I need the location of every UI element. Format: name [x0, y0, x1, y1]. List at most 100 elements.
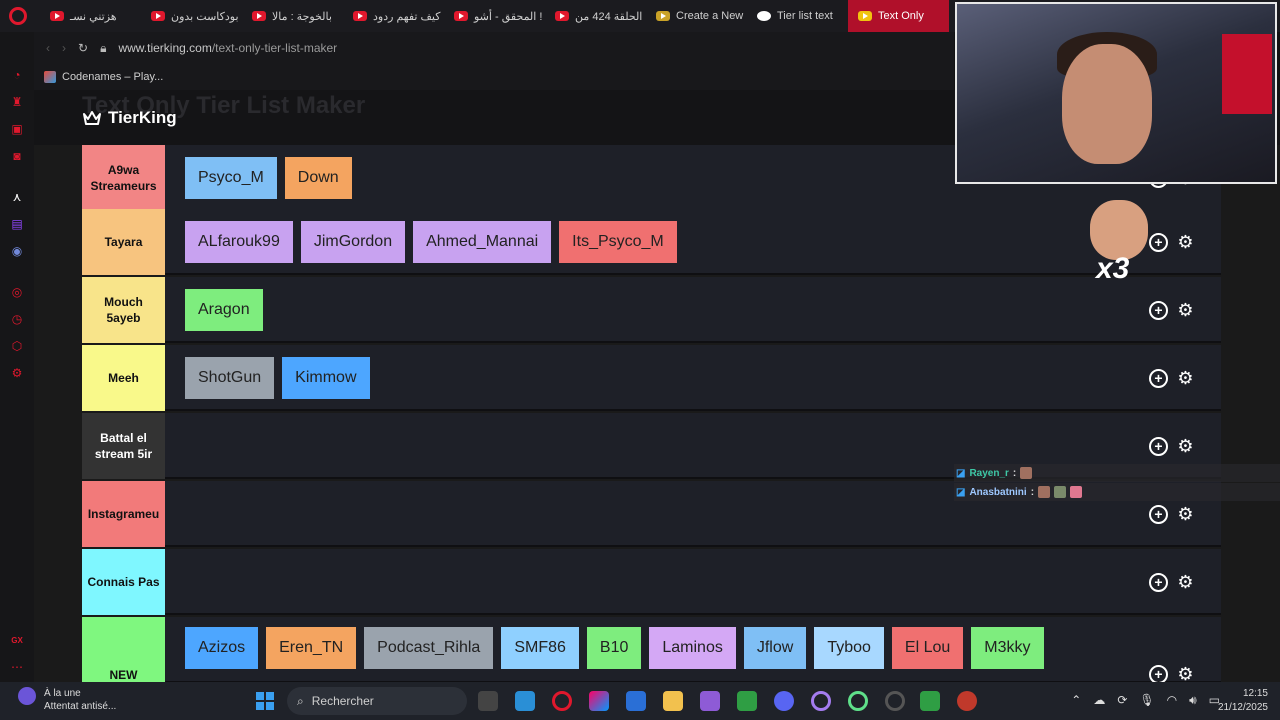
mic-icon[interactable]: 🎙︎ — [1139, 693, 1154, 708]
add-item-icon[interactable]: + — [1149, 233, 1168, 252]
url-field[interactable]: www.tierking.com/text-only-tier-list-mak… — [118, 41, 337, 55]
tier-item[interactable]: ShotGun — [185, 357, 275, 399]
gear-icon[interactable]: ⚙ — [1176, 301, 1195, 320]
file-explorer-icon[interactable] — [663, 691, 683, 711]
browser-tab[interactable]: بالخوجة : مالا — [242, 0, 343, 32]
badge-icon: ◪ — [956, 486, 966, 498]
bookmark-codenames[interactable]: Codenames – Play... — [62, 71, 163, 83]
address-bar: ‹ › ↻ 🔒︎ www.tierking.com/text-only-tier… — [34, 32, 954, 64]
tier-item[interactable]: Its_Psyco_M — [559, 221, 677, 263]
tier-item[interactable]: El Lou — [891, 627, 964, 669]
obs-icon[interactable] — [957, 691, 977, 711]
tier-item[interactable]: Kimmow — [282, 357, 370, 399]
tier-item[interactable]: Aragon — [185, 289, 263, 331]
tier-item[interactable]: M3kky — [971, 627, 1044, 669]
chevron-up-icon[interactable]: ⌃ — [1071, 693, 1081, 708]
opera-logo-icon[interactable] — [9, 7, 27, 25]
tier-item[interactable]: Podcast_Rihla — [364, 627, 494, 669]
add-item-icon[interactable]: + — [1149, 573, 1168, 592]
xbox-icon[interactable] — [737, 691, 757, 711]
start-icon[interactable] — [256, 692, 274, 710]
tier-item[interactable]: ALfarouk99 — [185, 221, 293, 263]
aria-icon[interactable]: ⋏ — [10, 190, 24, 204]
tier-item[interactable]: SMF86 — [501, 627, 579, 669]
record-icon[interactable]: ◎ — [10, 285, 24, 299]
history-icon[interactable]: ◔ — [10, 68, 24, 82]
tier-item[interactable]: Down — [284, 157, 352, 199]
tier-item[interactable]: Ahmed_Mannai — [413, 221, 552, 263]
discord-taskbar-icon[interactable] — [774, 691, 794, 711]
tier-item[interactable]: Azizos — [185, 627, 259, 669]
gear-icon[interactable]: ⚙ — [1176, 505, 1195, 524]
sync-icon[interactable]: ⟳ — [1117, 693, 1127, 708]
cloud-icon[interactable]: ☁ — [1093, 693, 1105, 708]
tier-item[interactable]: Psyco_M — [185, 157, 277, 199]
gear-icon[interactable]: ⚙ — [1176, 665, 1195, 683]
widgets-icon[interactable] — [515, 691, 535, 711]
news-widget[interactable]: À la une Attentat antisé... — [18, 687, 116, 713]
tier-row: Mouch 5ayeb Aragon + ⚙ — [82, 277, 1221, 343]
browser-tab[interactable]: المحقق - أشو ! — [444, 0, 545, 32]
browser-icon[interactable] — [885, 691, 905, 711]
clock[interactable]: 12:15 21/12/2025 — [1218, 687, 1268, 715]
back-icon[interactable]: ‹ — [46, 41, 50, 55]
tier-label[interactable]: Mouch 5ayeb — [82, 277, 165, 343]
task-view-icon[interactable] — [478, 691, 498, 711]
opera-gx-icon[interactable] — [552, 691, 572, 711]
opera-air-icon[interactable] — [848, 691, 868, 711]
add-item-icon[interactable]: + — [1149, 505, 1168, 524]
browser-tab[interactable]: بودكاست بدون — [141, 0, 242, 32]
wifi-icon[interactable]: ◠ — [1167, 693, 1177, 708]
emote-overlay: x3 — [1090, 200, 1150, 286]
nvidia-icon[interactable] — [920, 691, 940, 711]
tier-label[interactable]: Meeh — [82, 345, 165, 411]
browser-tab[interactable]: الحلقة 424 من — [545, 0, 646, 32]
browser-tab[interactable]: كيف تفهم ردود — [343, 0, 444, 32]
browser-tab[interactable]: Create a New — [646, 0, 747, 32]
tier-label[interactable]: Battal el stream 5ir — [82, 413, 165, 479]
tier-item[interactable]: Eren_TN — [266, 627, 357, 669]
tier-label[interactable]: Instagrameu — [82, 481, 165, 547]
news-subtitle: Attentat antisé... — [44, 701, 117, 712]
add-item-icon[interactable]: + — [1149, 301, 1168, 320]
add-item-icon[interactable]: + — [1149, 665, 1168, 682]
more-icon[interactable]: ⋯ — [10, 660, 24, 674]
store-icon[interactable] — [626, 691, 646, 711]
tier-label[interactable]: Connais Pas — [82, 549, 165, 615]
player-icon[interactable]: ▣ — [10, 122, 24, 136]
game-icon[interactable]: ♜ — [10, 95, 24, 109]
extensions-icon[interactable]: ⬡ — [10, 339, 24, 353]
discord-icon[interactable]: ◉ — [10, 244, 24, 258]
tier-label[interactable]: Tayara — [82, 209, 165, 275]
add-item-icon[interactable]: + — [1149, 369, 1168, 388]
tier-controls: +⚙ — [1149, 665, 1195, 682]
clock-icon[interactable]: ◷ — [10, 312, 24, 326]
copilot-app-icon[interactable] — [589, 691, 609, 711]
forward-icon[interactable]: › — [62, 41, 66, 55]
settings-icon[interactable]: ⚙ — [10, 366, 24, 380]
tierking-logo[interactable]: TierKing — [82, 108, 177, 128]
browser-tab[interactable]: Tier list text — [747, 0, 848, 32]
opera-icon[interactable] — [811, 691, 831, 711]
gear-icon[interactable]: ⚙ — [1176, 369, 1195, 388]
taskbar-search[interactable]: ⌕ Rechercher — [287, 687, 467, 715]
twitch-icon[interactable]: ▤ — [10, 217, 24, 231]
tier-item[interactable]: B10 — [586, 627, 642, 669]
volume-icon[interactable]: 🔊︎ — [1189, 693, 1197, 708]
gear-icon[interactable]: ⚙ — [1176, 437, 1195, 456]
tier-item[interactable]: Jflow — [743, 627, 807, 669]
gear-icon[interactable]: ⚙ — [1176, 233, 1195, 252]
reload-icon[interactable]: ↻ — [78, 41, 88, 55]
add-item-icon[interactable]: + — [1149, 437, 1168, 456]
app-icon[interactable] — [700, 691, 720, 711]
tier-label[interactable]: NEW — [82, 617, 165, 682]
url-host: www.tierking.com — [118, 41, 212, 55]
gear-icon[interactable]: ⚙ — [1176, 573, 1195, 592]
tier-item[interactable]: JimGordon — [300, 221, 406, 263]
news-icon[interactable]: ◙ — [10, 149, 24, 163]
browser-tab-active[interactable]: Text Only — [848, 0, 949, 32]
tier-item[interactable]: Tyboo — [814, 627, 884, 669]
browser-tab[interactable]: هزتني نسـ — [40, 0, 141, 32]
tier-label[interactable]: A9wa Streameurs — [82, 145, 165, 211]
tier-item[interactable]: Laminos — [649, 627, 736, 669]
